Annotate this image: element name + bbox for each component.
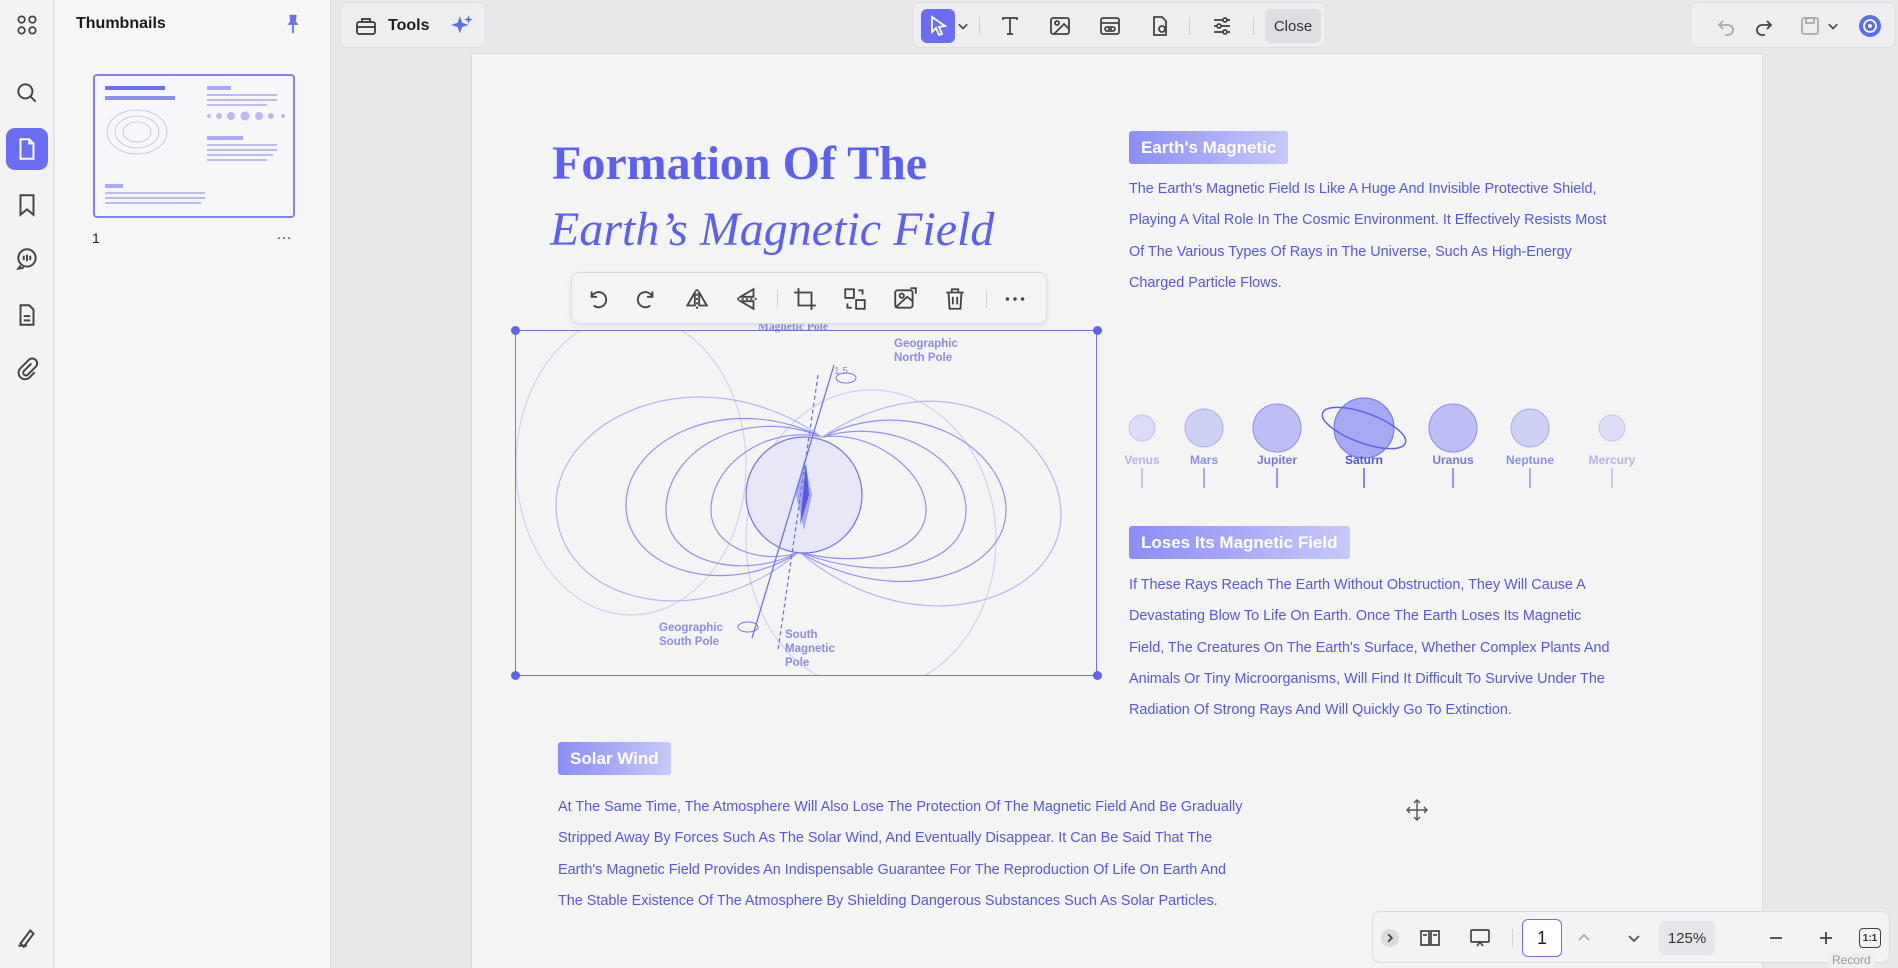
text-line: Earth's Magnetic Field Provides An Indis… (558, 861, 1227, 878)
tools-toolbar: Tools (340, 2, 486, 48)
planet-label-mercury: Mercury (1588, 453, 1636, 467)
save-icon[interactable] (1793, 9, 1827, 43)
planet-neptune (1510, 408, 1550, 488)
left-rail (0, 0, 54, 968)
text-line: Stripped Away By Forces Such As The Sola… (558, 830, 1213, 847)
solar-wind-paragraph: At The Same Time, The Atmosphere Will Al… (558, 792, 1242, 917)
stamp-tool-button[interactable] (1143, 9, 1177, 43)
undo-icon[interactable] (1709, 9, 1743, 43)
presentation-icon[interactable] (1467, 925, 1493, 951)
crop-icon[interactable] (792, 286, 818, 312)
extract-image-icon[interactable] (892, 286, 918, 312)
page-thumbnail[interactable] (93, 74, 295, 218)
avatar-icon[interactable] (1853, 9, 1887, 43)
thumbnails-title: Thumbnails (76, 15, 166, 32)
pages-icon[interactable] (6, 128, 48, 170)
page-title-line2: Earth’s Magnetic Field (550, 203, 995, 256)
zoom-in-icon[interactable] (1813, 925, 1839, 951)
zoom-level[interactable]: 125% (1659, 921, 1715, 955)
delete-icon[interactable] (942, 286, 968, 312)
comment-icon[interactable] (6, 238, 48, 280)
link-tool-button[interactable] (1093, 9, 1127, 43)
ai-sparkle-icon[interactable] (449, 13, 475, 39)
chevron-right-icon[interactable] (1379, 925, 1401, 951)
text-line: The Stable Existence Of The Atmosphere B… (558, 892, 1218, 909)
select-tool-button[interactable] (921, 9, 955, 43)
form-icon[interactable] (6, 294, 48, 336)
text-line: Playing A Vital Role In The Cosmic Envir… (1129, 212, 1607, 229)
text-tool-button[interactable] (993, 9, 1027, 43)
thumbnail-page-number: 1 (92, 230, 100, 246)
resize-handle-top-left[interactable] (511, 326, 520, 335)
text-line: Radiation Of Strong Rays And Will Quickl… (1129, 702, 1512, 719)
attachment-icon[interactable] (6, 348, 48, 390)
actual-size-button[interactable]: 1:1 (1859, 928, 1881, 948)
section-tag-earths-magnetic: Earth's Magnetic (1129, 131, 1289, 164)
planet-saturn (1321, 397, 1407, 488)
loses-field-paragraph: If These Rays Reach The Earth Without Ob… (1129, 570, 1610, 726)
zoom-out-icon[interactable] (1763, 925, 1789, 951)
replace-image-icon[interactable] (842, 286, 868, 312)
page-title-line1: Formation Of The (552, 137, 928, 190)
rotate-left-icon[interactable] (584, 286, 610, 312)
thumbnails-panel: Thumbnails 1 … (55, 0, 331, 968)
apps-icon[interactable] (6, 4, 48, 46)
resize-handle-bottom-left[interactable] (511, 671, 520, 680)
search-icon[interactable] (6, 72, 48, 114)
record-label: Record (1828, 952, 1875, 968)
planet-label-uranus: Uranus (1432, 453, 1474, 467)
page-number-input[interactable]: 1 (1522, 919, 1562, 957)
image-tool-button[interactable] (1043, 9, 1077, 43)
sign-icon[interactable] (6, 916, 48, 958)
planet-label-neptune: Neptune (1506, 453, 1554, 467)
thumbnail-more-button[interactable]: … (276, 226, 293, 244)
flip-horizontal-icon[interactable] (684, 286, 710, 312)
thumbnail-preview (105, 86, 285, 204)
planet-jupiter (1252, 403, 1302, 488)
edit-toolbar: Close (912, 2, 1326, 48)
redo-icon[interactable] (1747, 9, 1781, 43)
properties-icon[interactable] (1205, 9, 1239, 43)
document-page: Formation Of The Earth’s Magnetic Field … (472, 54, 1762, 968)
planet-label-jupiter: Jupiter (1256, 453, 1297, 467)
history-toolbar (1690, 2, 1896, 48)
text-line: At The Same Time, The Atmosphere Will Al… (558, 799, 1243, 815)
page-layout-icon[interactable] (1417, 925, 1443, 951)
close-edit-button[interactable]: Close (1265, 9, 1321, 43)
text-line: Charged Particle Flows. (1129, 274, 1282, 291)
planet-mars (1184, 408, 1224, 488)
previous-page-icon[interactable] (1571, 925, 1597, 951)
rotate-right-icon[interactable] (634, 286, 660, 312)
planet-uranus (1428, 403, 1478, 488)
tools-button[interactable]: Tools (388, 17, 429, 35)
more-options-icon[interactable] (1002, 286, 1028, 312)
image-edit-toolbar (571, 272, 1047, 324)
next-page-icon[interactable] (1621, 925, 1647, 951)
text-line: Devastating Blow To Life On Earth. Once … (1129, 608, 1582, 625)
image-selection-box[interactable] (515, 330, 1097, 676)
text-line: Field, The Creatures On The Earth's Surf… (1129, 639, 1610, 656)
text-line: The Earth's Magnetic Field Is Like A Hug… (1129, 181, 1597, 197)
flip-vertical-icon[interactable] (734, 286, 760, 312)
planet-label-mars: Mars (1189, 453, 1218, 467)
resize-handle-bottom-right[interactable] (1093, 671, 1102, 680)
toolbox-icon[interactable] (354, 14, 378, 38)
text-line: Of The Various Types Of Rays in The Univ… (1129, 243, 1572, 260)
resize-handle-top-right[interactable] (1093, 326, 1102, 335)
planet-mercury (1598, 414, 1626, 488)
bookmark-icon[interactable] (6, 184, 48, 226)
planet-label-saturn: Saturn (1344, 453, 1383, 467)
move-cursor-icon (1406, 799, 1428, 821)
text-line: Animals Or Tiny Microorganisms, Will Fin… (1129, 670, 1605, 687)
text-line: If These Rays Reach The Earth Without Ob… (1129, 577, 1586, 593)
pin-icon[interactable] (282, 12, 304, 36)
chevron-down-icon[interactable] (1823, 9, 1843, 43)
planet-venus (1128, 414, 1156, 488)
earths-magnetic-paragraph: The Earth's Magnetic Field Is Like A Hug… (1129, 174, 1607, 299)
section-tag-solar-wind: Solar Wind (558, 742, 671, 775)
chevron-down-icon[interactable] (953, 9, 973, 43)
section-tag-loses-field: Loses Its Magnetic Field (1129, 526, 1350, 559)
page-navigation-bar: 1 125% 1:1 (1372, 911, 1890, 963)
